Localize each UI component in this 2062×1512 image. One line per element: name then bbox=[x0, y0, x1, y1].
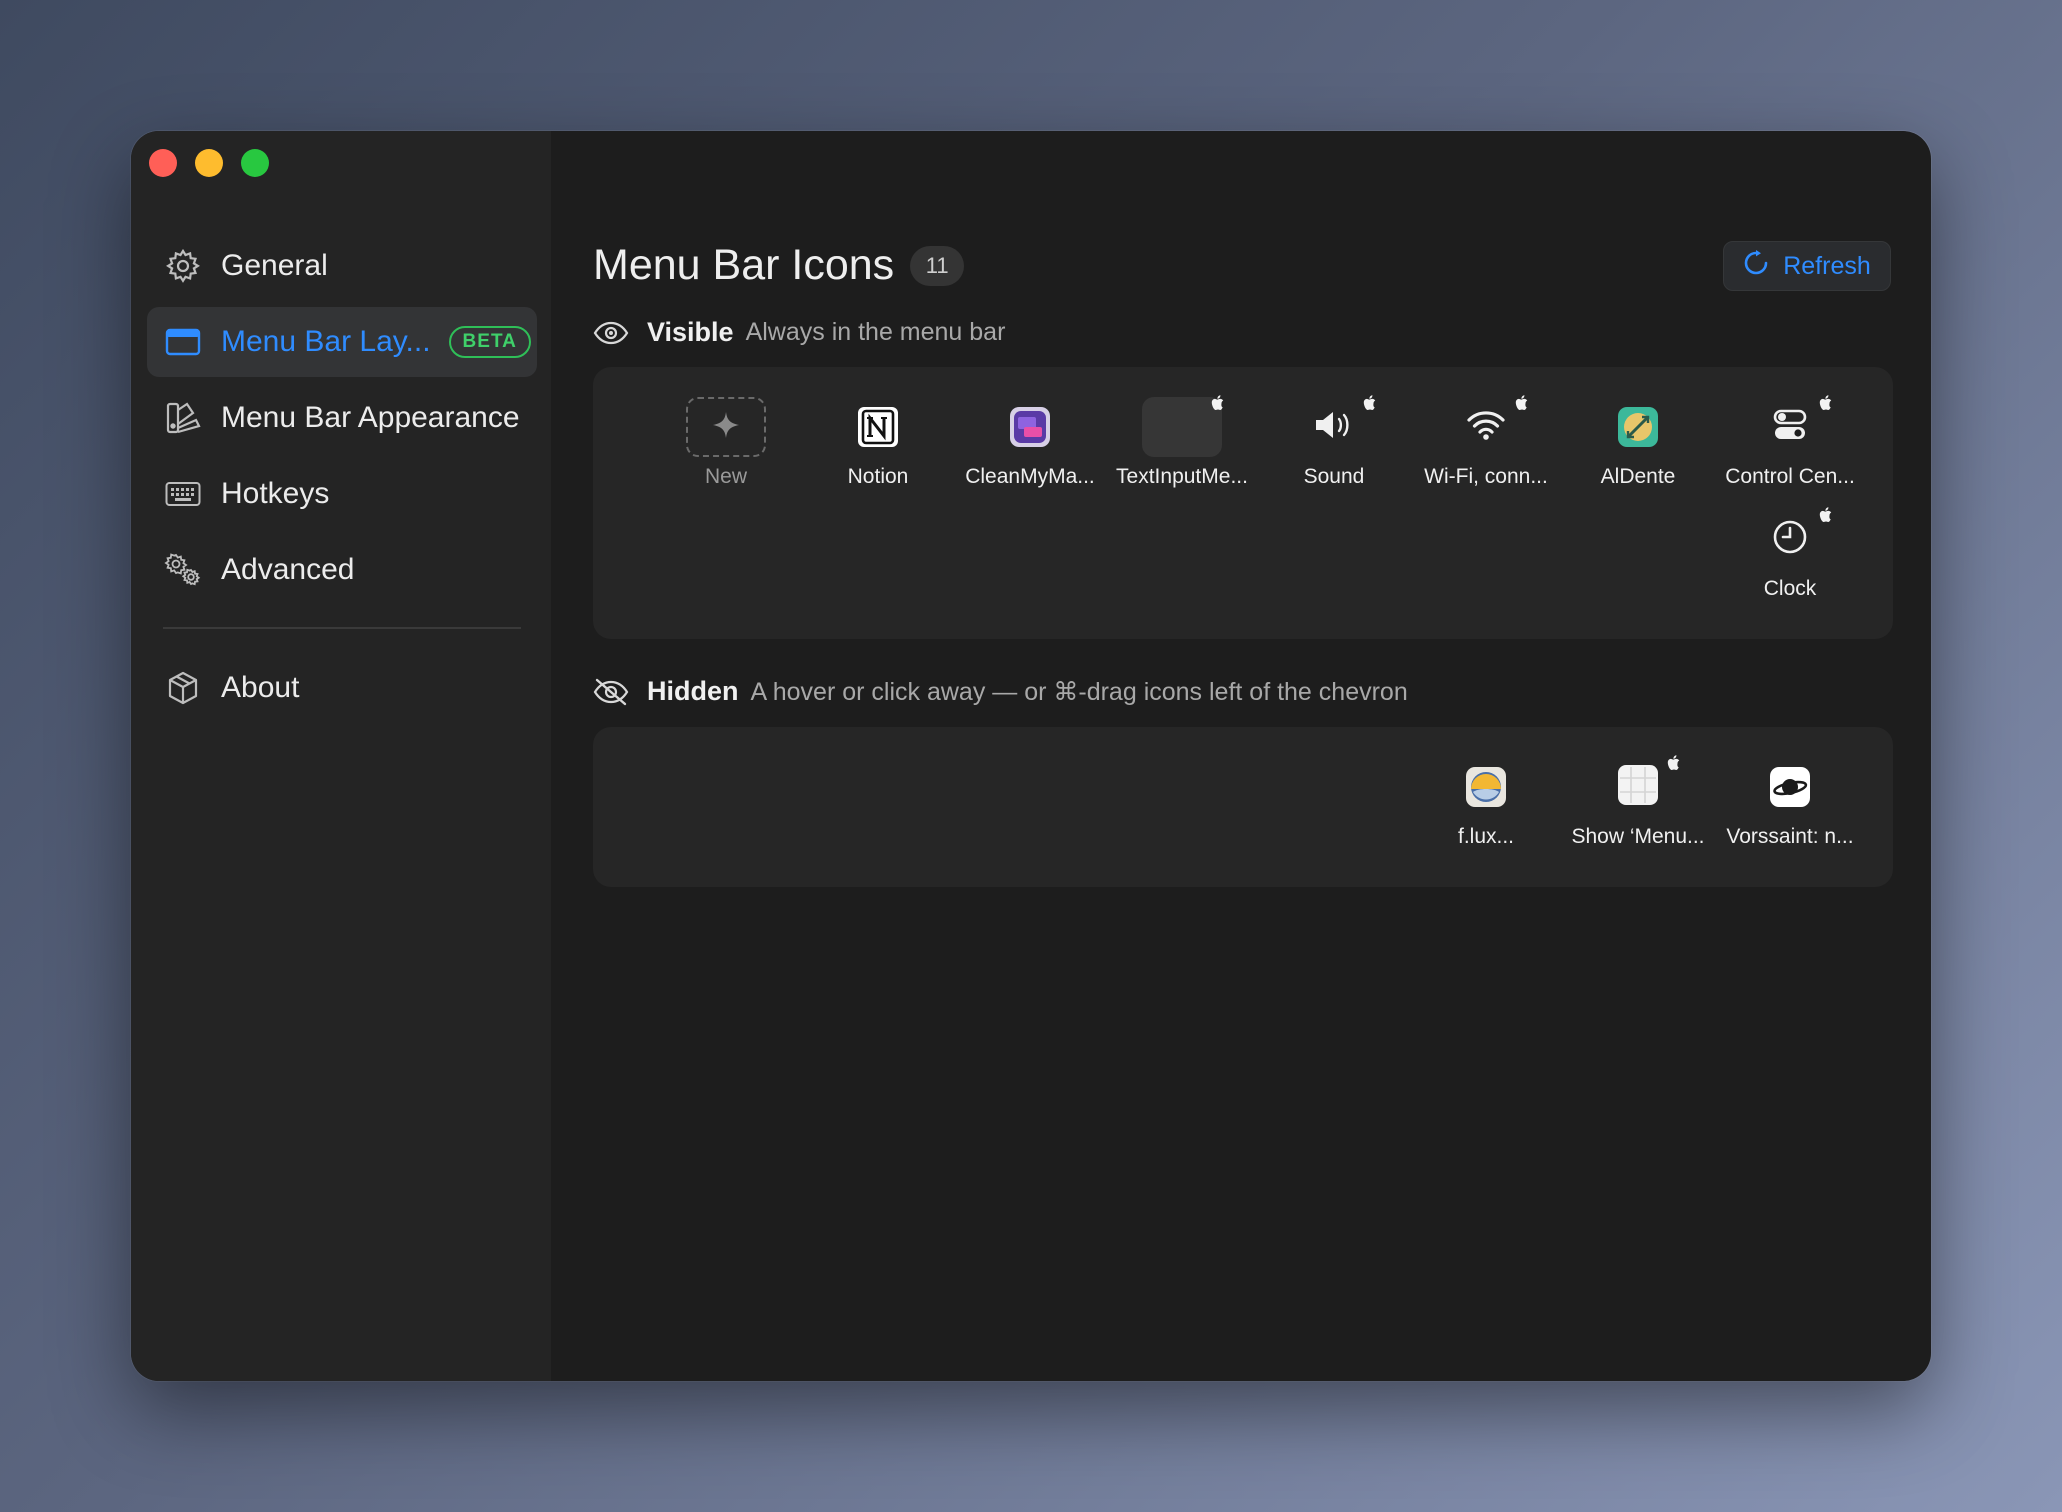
visible-icons-panel: New Notion CleanMyMa... TextInputMe... S… bbox=[593, 367, 1893, 639]
close-window-button[interactable] bbox=[149, 149, 177, 177]
wifi-icon bbox=[1466, 409, 1506, 446]
maximize-window-button[interactable] bbox=[241, 149, 269, 177]
icon-label: CleanMyMa... bbox=[965, 465, 1095, 488]
refresh-button[interactable]: Refresh bbox=[1723, 241, 1891, 291]
hidden-section-description: A hover or click away — or ⌘-drag icons … bbox=[750, 677, 1408, 706]
menu-bar-item-show-menu[interactable]: Show ‘Menu... bbox=[1563, 755, 1713, 857]
sidebar-nav: General Menu Bar Lay... BETA Menu Bar Ap… bbox=[147, 231, 537, 729]
icon-label: f.lux... bbox=[1457, 825, 1515, 848]
icon-label: Sound bbox=[1303, 465, 1365, 488]
menu-bar-item-text-input-menu[interactable]: TextInputMe... bbox=[1107, 395, 1257, 497]
icon-label: Wi-Fi, conn... bbox=[1424, 465, 1548, 488]
sidebar-item-label: Menu Bar Appearance bbox=[221, 401, 520, 434]
hidden-section-title: Hidden bbox=[647, 676, 739, 706]
title-row: Menu Bar Icons 11 bbox=[593, 241, 965, 290]
menu-bar-item-sound[interactable]: Sound bbox=[1259, 395, 1409, 497]
icon-label: Control Cen... bbox=[1725, 465, 1855, 488]
icon-count-badge: 11 bbox=[910, 245, 965, 286]
new-item-box bbox=[686, 397, 766, 457]
speaker-icon bbox=[1313, 408, 1355, 447]
apple-icon bbox=[1512, 393, 1532, 413]
icon-label: Vorssaint: n... bbox=[1726, 825, 1854, 848]
minimize-window-button[interactable] bbox=[195, 149, 223, 177]
visible-section-title: Visible bbox=[647, 317, 734, 347]
visible-section-description: Always in the menu bar bbox=[745, 318, 1006, 346]
flux-icon bbox=[1446, 757, 1526, 817]
menu-bar-item-cleanmymac[interactable]: CleanMyMa... bbox=[955, 397, 1105, 497]
apple-icon bbox=[1208, 393, 1228, 413]
cube-icon bbox=[163, 668, 203, 708]
refresh-label: Refresh bbox=[1783, 251, 1871, 280]
menu-bar-item-vorssaint[interactable]: Vorssaint: n... bbox=[1715, 757, 1865, 857]
gear-icon bbox=[163, 246, 203, 286]
new-item-placeholder bbox=[686, 397, 766, 457]
apple-icon bbox=[1664, 753, 1684, 773]
sidebar: General Menu Bar Lay... BETA Menu Bar Ap… bbox=[131, 131, 551, 1381]
sidebar-item-hotkeys[interactable]: Hotkeys bbox=[147, 459, 537, 529]
menu-bar-item-clock[interactable]: Clock bbox=[1715, 507, 1865, 609]
icon-label: Clock bbox=[1763, 577, 1817, 600]
saturn-icon bbox=[1750, 757, 1830, 817]
apple-icon bbox=[1816, 393, 1836, 413]
new-item-button[interactable]: New bbox=[651, 397, 801, 497]
menu-bar-item-aldente[interactable]: AlDente bbox=[1563, 397, 1713, 497]
grid-icon bbox=[1616, 763, 1660, 812]
sidebar-item-label: About bbox=[221, 671, 300, 704]
sidebar-item-menu-bar-appearance[interactable]: Menu Bar Appearance bbox=[147, 383, 537, 453]
sidebar-item-general[interactable]: General bbox=[147, 231, 537, 301]
hidden-icons-panel: f.lux... Show ‘Menu... Vorssaint: n... bbox=[593, 727, 1893, 887]
notion-icon bbox=[838, 397, 918, 457]
wifi-box bbox=[1446, 395, 1528, 457]
menu-bar-item-notion[interactable]: Notion bbox=[803, 397, 953, 497]
icon-label: Notion bbox=[847, 465, 909, 488]
sidebar-divider bbox=[163, 627, 521, 629]
sidebar-item-label: Hotkeys bbox=[221, 477, 330, 510]
settings-window: General Menu Bar Lay... BETA Menu Bar Ap… bbox=[131, 131, 1931, 1381]
control-center-icon bbox=[1772, 407, 1808, 448]
menu-bar-item-flux[interactable]: f.lux... bbox=[1411, 757, 1561, 857]
refresh-icon bbox=[1743, 249, 1769, 283]
menu-bar-item-control-center[interactable]: Control Cen... bbox=[1715, 395, 1865, 497]
control-center-box bbox=[1750, 395, 1832, 457]
hidden-section-header: Hidden A hover or click away — or ⌘-drag… bbox=[593, 676, 1408, 707]
menu-bar-item-wifi[interactable]: Wi-Fi, conn... bbox=[1411, 395, 1561, 497]
window-controls bbox=[149, 149, 269, 177]
apple-icon bbox=[1360, 393, 1380, 413]
icon-label: New bbox=[704, 465, 747, 488]
page-title: Menu Bar Icons bbox=[593, 241, 895, 289]
gears-icon bbox=[163, 550, 203, 590]
sidebar-item-label: Advanced bbox=[221, 553, 355, 586]
keyboard-icon bbox=[163, 474, 203, 514]
text-input-box bbox=[1142, 395, 1224, 457]
clock-icon bbox=[1771, 518, 1809, 561]
sound-box bbox=[1294, 395, 1376, 457]
icon-label: Show ‘Menu... bbox=[1571, 825, 1705, 848]
cleanmymac-icon bbox=[990, 397, 1070, 457]
aldente-icon bbox=[1598, 397, 1678, 457]
eye-icon bbox=[593, 318, 633, 348]
sidebar-item-menu-bar-layout[interactable]: Menu Bar Lay... BETA bbox=[147, 307, 537, 377]
sidebar-item-label: General bbox=[221, 249, 328, 282]
menu-bar-layout-icon bbox=[163, 322, 203, 362]
main-content: Menu Bar Icons 11 Refresh Visible Always… bbox=[551, 131, 1931, 1381]
sidebar-item-about[interactable]: About bbox=[147, 653, 537, 723]
sparkle-icon bbox=[712, 411, 740, 444]
visible-section-header: Visible Always in the menu bar bbox=[593, 317, 1005, 348]
apple-icon bbox=[1816, 505, 1836, 525]
icon-label: TextInputMe... bbox=[1116, 465, 1248, 488]
beta-badge: BETA bbox=[448, 326, 531, 358]
palette-icon bbox=[163, 398, 203, 438]
sidebar-item-label: Menu Bar Lay... bbox=[221, 325, 431, 358]
eye-slash-icon bbox=[593, 677, 633, 707]
sidebar-item-advanced[interactable]: Advanced bbox=[147, 535, 537, 605]
clock-box bbox=[1750, 507, 1832, 569]
icon-label: AlDente bbox=[1600, 465, 1676, 488]
show-menu-box bbox=[1598, 755, 1680, 817]
